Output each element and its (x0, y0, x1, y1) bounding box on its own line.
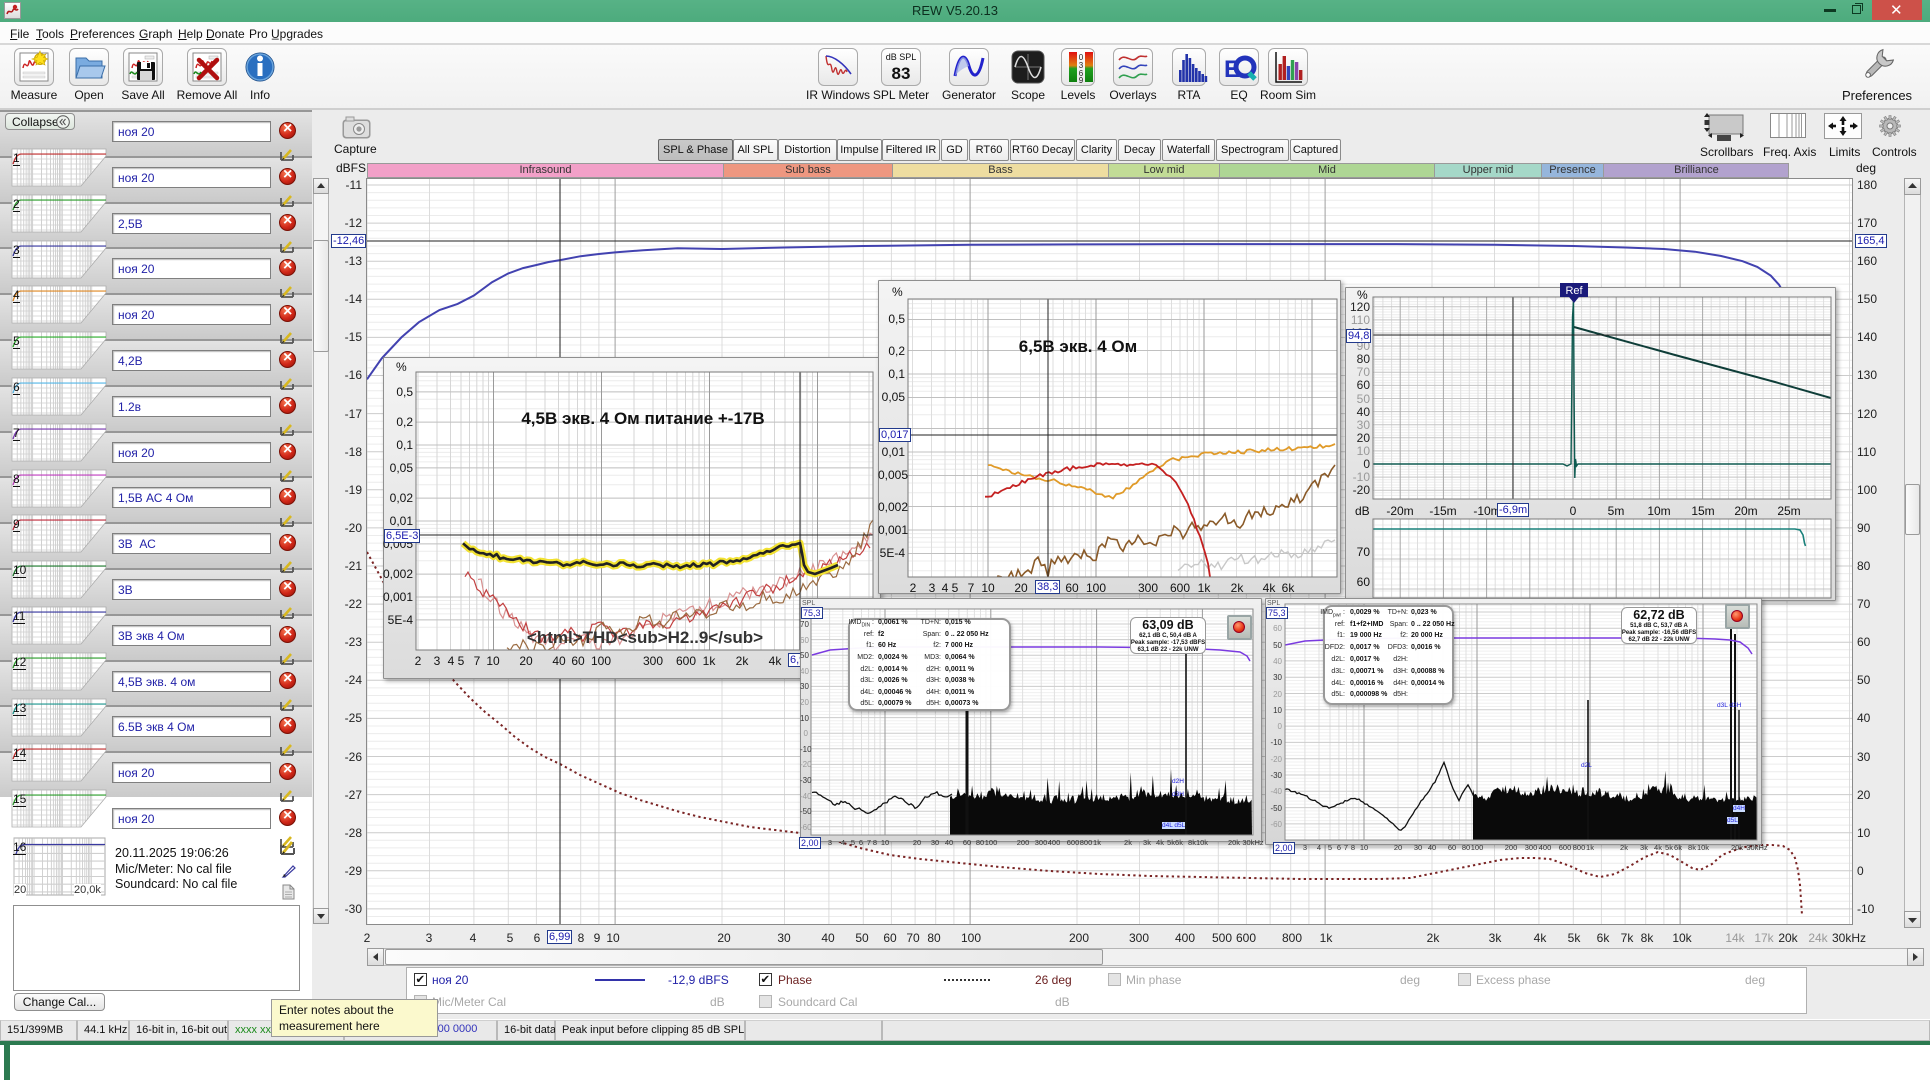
svg-text:dB SPL: dB SPL (886, 52, 917, 62)
svg-text:Ref: Ref (1565, 285, 1583, 297)
svg-text:83: 83 (892, 64, 911, 83)
svg-text:9: 9 (1079, 76, 1084, 85)
